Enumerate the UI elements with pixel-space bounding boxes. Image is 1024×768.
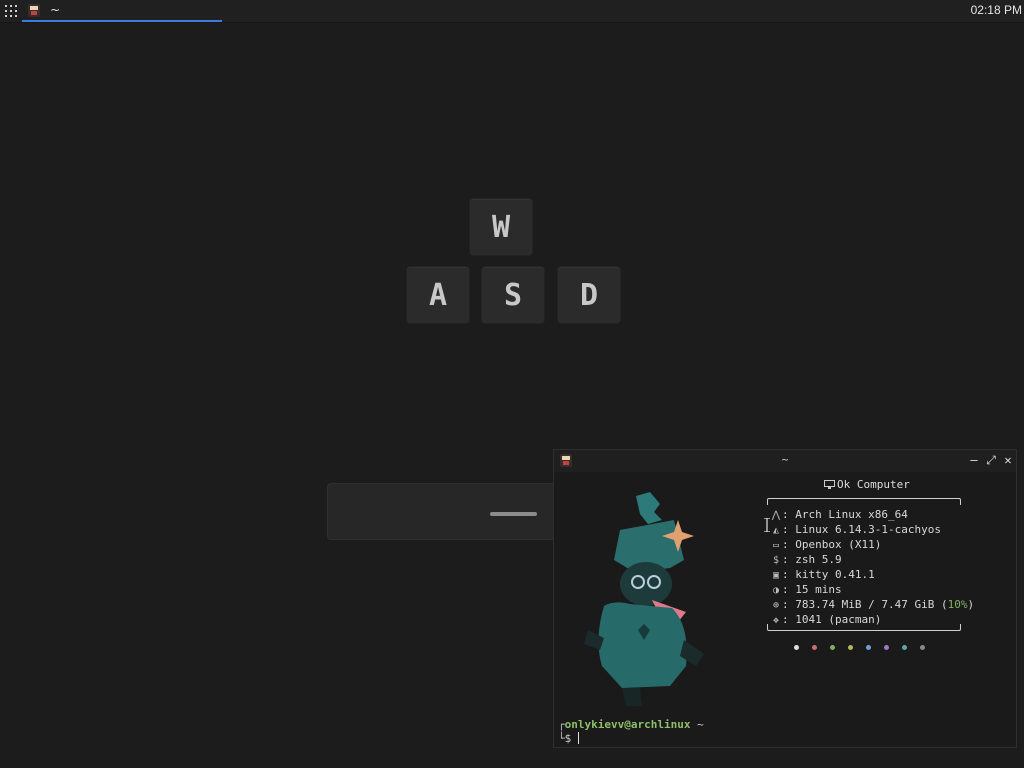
system-info-list: ⋀: Arch Linux x86_64 ◭: Linux 6.14.3-1-c… bbox=[770, 507, 974, 627]
top-panel: ~ 02:18 PM bbox=[0, 0, 1024, 23]
taskbar-item-label: ~ bbox=[50, 3, 61, 17]
dollar-icon: $ bbox=[772, 555, 780, 566]
info-os-text: : Arch Linux x86_64 bbox=[782, 508, 908, 521]
linux-icon: ◭ bbox=[772, 525, 780, 536]
palette-dot bbox=[866, 645, 871, 650]
palette-dot bbox=[848, 645, 853, 650]
minimize-button[interactable]: — bbox=[967, 453, 981, 467]
taskbar-item-terminal[interactable]: ~ bbox=[22, 0, 222, 22]
minus-bar bbox=[490, 512, 537, 516]
terminal-window[interactable]: ~ — ⤢ ✕ Ok Computer ⋀: Arch Linux x86_64… bbox=[553, 449, 1017, 748]
memory-icon: ⊕ bbox=[772, 600, 780, 611]
shell-prompt[interactable]: ┌onlykievv@archlinux ~ └$ bbox=[558, 718, 704, 746]
prompt-dir: ~ bbox=[697, 718, 704, 731]
info-row-os: ⋀: Arch Linux x86_64 bbox=[770, 507, 974, 522]
window-icon: ▭ bbox=[772, 540, 780, 551]
input-box[interactable] bbox=[327, 483, 569, 540]
info-box-top-border bbox=[767, 498, 961, 505]
wizard-art-image bbox=[584, 492, 704, 706]
palette-dot bbox=[920, 645, 925, 650]
memory-close-paren: ) bbox=[967, 598, 975, 611]
palette-dot bbox=[884, 645, 889, 650]
info-wm-text: : Openbox (X11) bbox=[782, 538, 882, 551]
window-title: ~ bbox=[781, 453, 789, 466]
info-row-kernel: ◭: Linux 6.14.3-1-cachyos bbox=[770, 522, 974, 537]
prompt-corner-top: ┌ bbox=[558, 718, 565, 731]
apps-grid-icon[interactable] bbox=[4, 4, 18, 18]
info-row-uptime: ◑: 15 mins bbox=[770, 582, 974, 597]
info-box-bottom-border bbox=[767, 624, 961, 631]
clock-icon: ◑ bbox=[772, 585, 780, 596]
key-d: D bbox=[557, 266, 621, 324]
monitor-icon bbox=[824, 480, 835, 489]
host-label: Ok Computer bbox=[837, 478, 910, 491]
palette-dot bbox=[812, 645, 817, 650]
info-memory-text: : 783.74 MiB / 7.47 GiB ( bbox=[782, 598, 948, 611]
palette-dot bbox=[902, 645, 907, 650]
host-header: Ok Computer bbox=[824, 478, 910, 491]
key-a: A bbox=[406, 266, 470, 324]
info-kernel-text: : Linux 6.14.3-1-cachyos bbox=[782, 523, 941, 536]
arch-icon: ⋀ bbox=[771, 510, 781, 521]
ibeam-cursor-icon bbox=[764, 518, 770, 532]
key-s: S bbox=[481, 266, 545, 324]
info-row-memory: ⊕: 783.74 MiB / 7.47 GiB (10%) bbox=[770, 597, 974, 612]
info-uptime-text: : 15 mins bbox=[782, 583, 842, 596]
close-button[interactable]: ✕ bbox=[1001, 453, 1015, 467]
info-row-wm: ▭: Openbox (X11) bbox=[770, 537, 974, 552]
maximize-button[interactable]: ⤢ bbox=[984, 453, 998, 467]
memory-percent: 10% bbox=[947, 598, 968, 611]
info-row-shell: $: zsh 5.9 bbox=[770, 552, 974, 567]
window-titlebar[interactable]: ~ — ⤢ ✕ bbox=[554, 450, 1016, 472]
info-terminal-text: : kitty 0.41.1 bbox=[782, 568, 875, 581]
terminal-icon: ▣ bbox=[772, 570, 780, 581]
clock[interactable]: 02:18 PM bbox=[971, 3, 1022, 17]
text-cursor bbox=[577, 732, 579, 744]
key-w: W bbox=[469, 198, 533, 256]
info-row-terminal: ▣: kitty 0.41.1 bbox=[770, 567, 974, 582]
prompt-user: onlykievv@archlinux bbox=[564, 718, 691, 731]
terminal-app-icon bbox=[28, 4, 40, 17]
info-shell-text: : zsh 5.9 bbox=[782, 553, 842, 566]
prompt-corner-bottom: └ bbox=[558, 732, 565, 745]
palette-dot bbox=[794, 645, 799, 650]
palette-dot bbox=[830, 645, 835, 650]
prompt-symbol: $ bbox=[564, 732, 572, 745]
